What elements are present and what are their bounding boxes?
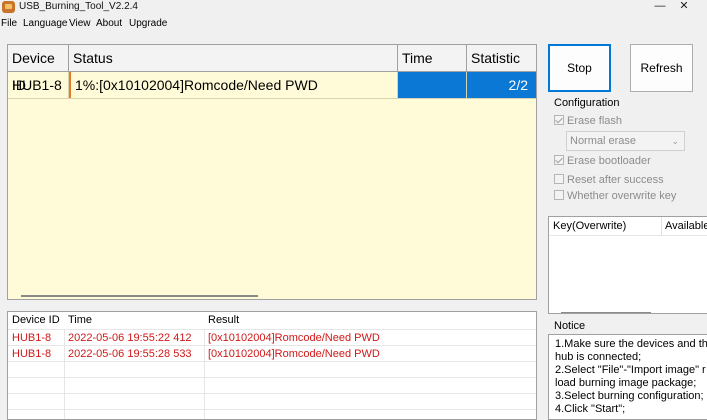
grid-header: Device ID Status Time Statistic xyxy=(8,45,536,93)
column-header-status[interactable]: Status xyxy=(69,45,398,72)
reset-after-success-checkbox[interactable] xyxy=(554,174,564,184)
device-id-cell: HUB1-8 xyxy=(8,72,69,98)
column-header-device-id[interactable]: Device ID xyxy=(8,45,69,93)
menu-about[interactable]: About xyxy=(96,17,122,30)
log-time: 2022-05-06 19:55:22 412 xyxy=(68,332,192,344)
time-cell xyxy=(398,72,467,98)
log-row-empty xyxy=(8,377,536,393)
key-header-key[interactable]: Key(Overwrite) xyxy=(553,220,626,233)
chevron-down-icon: ⌄ xyxy=(671,136,679,146)
log-row[interactable]: HUB1-8 2022-05-06 19:55:22 412 [0x101020… xyxy=(8,329,536,345)
erase-flash-label: Erase flash xyxy=(567,115,623,127)
key-header-divider xyxy=(661,217,662,236)
log-row-empty xyxy=(8,409,536,419)
reset-after-success-label: Reset after success xyxy=(567,174,664,186)
notice-line: 1.Make sure the devices and th xyxy=(555,338,707,350)
key-list-header: Key(Overwrite) Available xyxy=(549,217,707,236)
app-icon xyxy=(2,1,15,13)
statistic-cell: 2/2 xyxy=(467,72,536,98)
notice-label: Notice xyxy=(554,320,586,332)
log-row-empty xyxy=(8,361,536,377)
erase-flash-option[interactable]: Erase flash xyxy=(554,115,622,128)
log-header: Device ID Time Result xyxy=(8,312,536,329)
log-row[interactable]: HUB1-8 2022-05-06 19:55:28 533 [0x101020… xyxy=(8,345,536,361)
device-grid[interactable]: Device ID Status Time Statistic HUB1-8 1… xyxy=(7,44,537,300)
notice-line: 2.Select "File"-"Import image" r xyxy=(555,364,706,376)
window-title: USB_Burning_Tool_V2.2.4 xyxy=(19,1,138,12)
erase-mode-select[interactable]: Normal erase ⌄ xyxy=(566,131,685,151)
device-row[interactable]: HUB1-8 1%:[0x10102004]Romcode/Need PWD 2… xyxy=(8,72,536,99)
refresh-button[interactable]: Refresh xyxy=(630,44,693,92)
title-bar: USB_Burning_Tool_V2.2.4 — ✕ xyxy=(0,0,707,15)
overwrite-key-option[interactable]: Whether overwrite key xyxy=(554,190,676,203)
overwrite-key-checkbox[interactable] xyxy=(554,190,564,200)
close-icon[interactable]: ✕ xyxy=(664,0,704,15)
log-time: 2022-05-06 19:55:28 533 xyxy=(68,348,192,360)
result-log[interactable]: Device ID Time Result HUB1-8 2022-05-06 … xyxy=(7,311,537,420)
menu-file[interactable]: File xyxy=(1,17,17,30)
log-result: [0x10102004]Romcode/Need PWD xyxy=(208,332,380,344)
grid-horizontal-scrollbar[interactable] xyxy=(21,295,258,297)
log-result: [0x10102004]Romcode/Need PWD xyxy=(208,348,380,360)
menu-upgrade[interactable]: Upgrade xyxy=(129,17,167,30)
notice-line: 4.Click "Start"; xyxy=(555,403,626,415)
reset-after-success-option[interactable]: Reset after success xyxy=(554,174,664,187)
key-list-scrollbar[interactable] xyxy=(561,312,651,313)
notice-line: hub is connected; xyxy=(555,351,642,363)
column-header-statistic[interactable]: Statistic xyxy=(467,45,536,72)
log-device-id: HUB1-8 xyxy=(12,332,52,344)
erase-bootloader-label: Erase bootloader xyxy=(567,155,651,167)
menu-bar: File Language View About Upgrade xyxy=(0,15,707,32)
log-row-empty xyxy=(8,393,536,409)
log-device-id: HUB1-8 xyxy=(12,348,52,360)
status-cell: 1%:[0x10102004]Romcode/Need PWD xyxy=(69,72,398,98)
menu-view[interactable]: View xyxy=(69,17,91,30)
log-header-time[interactable]: Time xyxy=(68,314,92,327)
notice-box: 1.Make sure the devices and th hub is co… xyxy=(548,334,707,420)
overwrite-key-label: Whether overwrite key xyxy=(567,190,677,202)
column-header-time[interactable]: Time xyxy=(398,45,467,72)
log-header-result[interactable]: Result xyxy=(208,314,239,327)
erase-mode-value: Normal erase xyxy=(570,135,637,147)
key-header-available[interactable]: Available xyxy=(665,220,707,233)
notice-line: load burning image package; xyxy=(555,377,697,389)
erase-bootloader-option[interactable]: Erase bootloader xyxy=(554,155,651,168)
menu-language[interactable]: Language xyxy=(23,17,68,30)
key-overwrite-list[interactable]: Key(Overwrite) Available xyxy=(548,216,707,314)
log-header-device-id[interactable]: Device ID xyxy=(12,314,60,327)
erase-bootloader-checkbox[interactable] xyxy=(554,155,564,165)
configuration-label: Configuration xyxy=(554,97,620,109)
erase-flash-checkbox[interactable] xyxy=(554,115,564,125)
stop-button[interactable]: Stop xyxy=(548,44,611,92)
notice-line: 3.Select burning configuration; xyxy=(555,390,704,402)
